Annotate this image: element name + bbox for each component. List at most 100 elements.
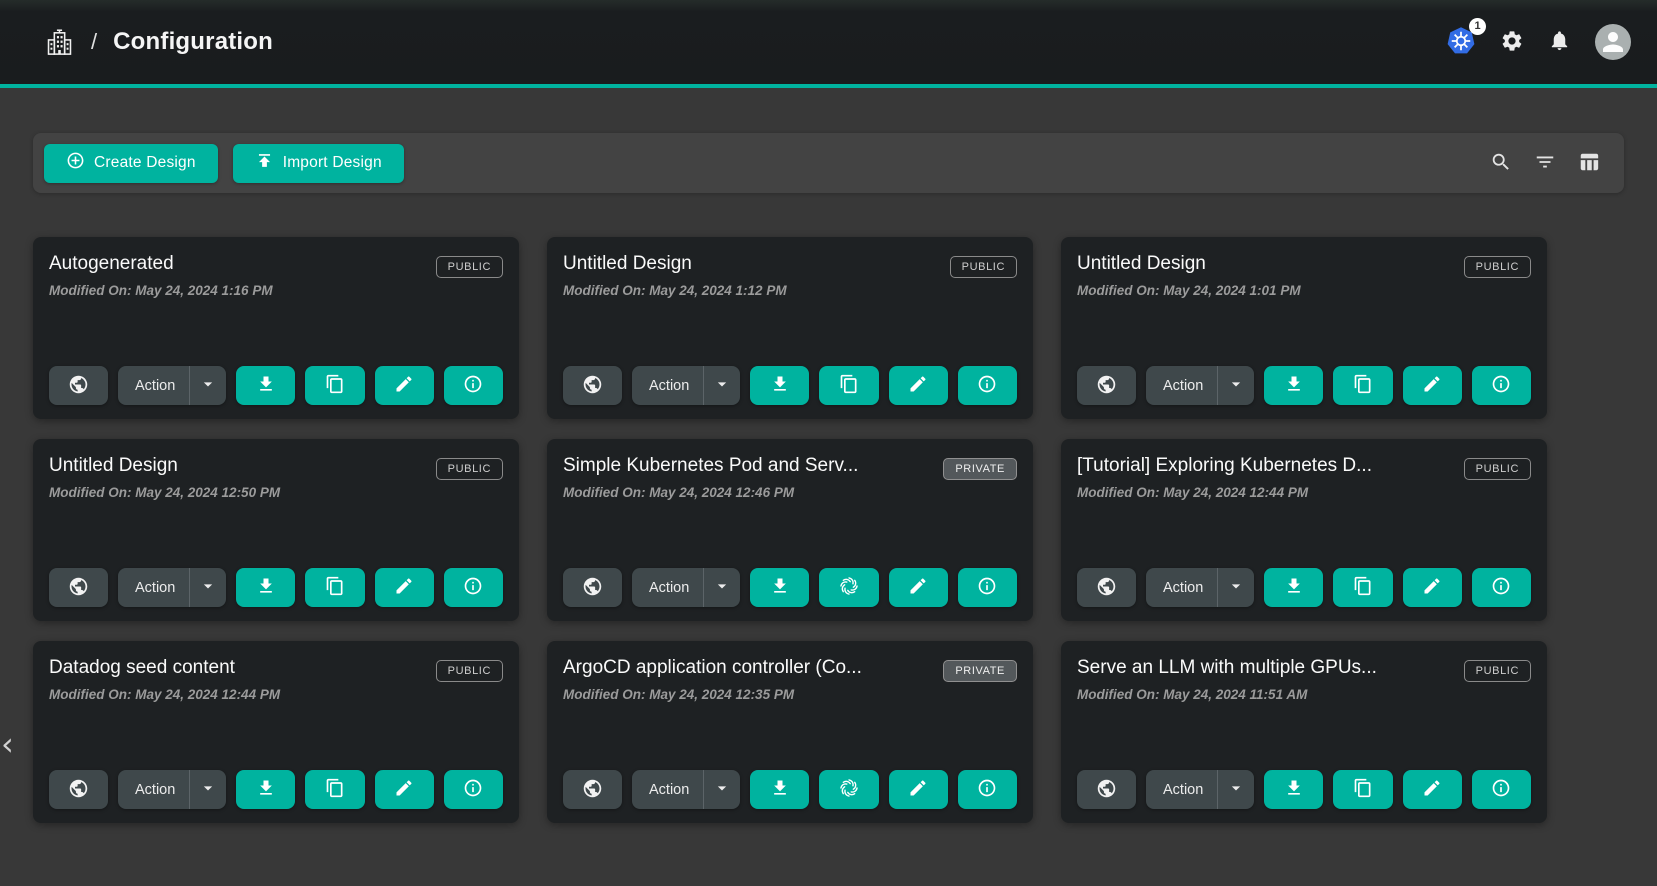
download-button[interactable] (236, 568, 295, 607)
download-button[interactable] (750, 366, 809, 405)
notifications-button[interactable] (1548, 29, 1571, 55)
edit-pencil-icon (1422, 778, 1442, 801)
search-button[interactable] (1490, 151, 1512, 176)
action-dropdown-toggle[interactable] (189, 568, 226, 607)
import-design-button[interactable]: Import Design (233, 144, 404, 183)
add-circle-icon (66, 151, 85, 175)
clone-button[interactable] (1333, 366, 1392, 405)
sidebar-collapse-chevron[interactable]: ‹ (1, 728, 14, 760)
info-button[interactable] (1472, 366, 1531, 405)
publish-button[interactable] (49, 568, 108, 607)
design-card[interactable]: [Tutorial] Exploring Kubernetes D... PUB… (1061, 439, 1547, 621)
design-card[interactable]: Untitled Design PUBLIC Modified On: May … (33, 439, 519, 621)
settings-button[interactable] (1500, 29, 1524, 56)
design-card[interactable]: Datadog seed content PUBLIC Modified On:… (33, 641, 519, 823)
publish-button[interactable] (563, 770, 622, 809)
edit-button[interactable] (375, 366, 434, 405)
user-avatar[interactable] (1595, 24, 1631, 60)
info-button[interactable] (958, 366, 1017, 405)
clone-button[interactable] (305, 568, 364, 607)
publish-button[interactable] (1077, 568, 1136, 607)
action-button[interactable]: Action (118, 568, 189, 607)
edit-button[interactable] (889, 366, 948, 405)
designs-toolbar: Create Design Import Design (33, 133, 1624, 193)
snapshot-button[interactable] (819, 770, 878, 809)
clone-button[interactable] (1333, 770, 1392, 809)
action-dropdown-toggle[interactable] (1217, 366, 1254, 405)
action-button[interactable]: Action (118, 366, 189, 405)
info-button[interactable] (444, 366, 503, 405)
action-button-label: Action (135, 378, 175, 394)
snapshot-button[interactable] (819, 568, 878, 607)
action-dropdown-toggle[interactable] (1217, 770, 1254, 809)
publish-button[interactable] (49, 366, 108, 405)
action-button[interactable]: Action (632, 568, 703, 607)
table-view-toggle-button[interactable] (1578, 151, 1600, 176)
action-button-label: Action (649, 580, 689, 596)
edit-button[interactable] (375, 568, 434, 607)
download-button[interactable] (236, 770, 295, 809)
filter-button[interactable] (1534, 151, 1556, 176)
visibility-badge: PUBLIC (950, 256, 1017, 278)
download-button[interactable] (236, 366, 295, 405)
download-button[interactable] (750, 770, 809, 809)
upload-publish-icon (255, 151, 274, 175)
edit-button[interactable] (889, 568, 948, 607)
action-dropdown-toggle[interactable] (189, 770, 226, 809)
action-dropdown-toggle[interactable] (703, 770, 740, 809)
design-card[interactable]: Autogenerated PUBLIC Modified On: May 24… (33, 237, 519, 419)
design-card[interactable]: Untitled Design PUBLIC Modified On: May … (1061, 237, 1547, 419)
publish-button[interactable] (1077, 770, 1136, 809)
download-button[interactable] (750, 568, 809, 607)
clone-button[interactable] (819, 366, 878, 405)
publish-button[interactable] (563, 366, 622, 405)
design-card[interactable]: Untitled Design PUBLIC Modified On: May … (547, 237, 1033, 419)
design-card[interactable]: ArgoCD application controller (Co... PRI… (547, 641, 1033, 823)
action-button[interactable]: Action (118, 770, 189, 809)
clone-button[interactable] (1333, 568, 1392, 607)
edit-pencil-icon (394, 576, 414, 599)
clone-button[interactable] (305, 366, 364, 405)
design-card[interactable]: Serve an LLM with multiple GPUs... PUBLI… (1061, 641, 1547, 823)
snapshot-swirl-icon (838, 575, 860, 600)
create-design-button[interactable]: Create Design (44, 144, 218, 183)
action-button[interactable]: Action (1146, 770, 1217, 809)
info-button[interactable] (444, 770, 503, 809)
action-button[interactable]: Action (632, 366, 703, 405)
clone-button[interactable] (305, 770, 364, 809)
download-icon (770, 576, 790, 599)
edit-button[interactable] (375, 770, 434, 809)
publish-button[interactable] (1077, 366, 1136, 405)
edit-button[interactable] (889, 770, 948, 809)
edit-button[interactable] (1403, 770, 1462, 809)
action-dropdown-toggle[interactable] (189, 366, 226, 405)
info-button[interactable] (958, 770, 1017, 809)
action-button[interactable]: Action (632, 770, 703, 809)
download-button[interactable] (1264, 366, 1323, 405)
action-button[interactable]: Action (1146, 568, 1217, 607)
publish-button[interactable] (563, 568, 622, 607)
card-action-bar: Action (1077, 568, 1531, 607)
download-button[interactable] (1264, 770, 1323, 809)
download-button[interactable] (1264, 568, 1323, 607)
edit-button[interactable] (1403, 366, 1462, 405)
info-button[interactable] (958, 568, 1017, 607)
publish-button[interactable] (49, 770, 108, 809)
edit-button[interactable] (1403, 568, 1462, 607)
action-dropdown-toggle[interactable] (703, 568, 740, 607)
info-button[interactable] (1472, 568, 1531, 607)
design-title: Serve an LLM with multiple GPUs... (1077, 657, 1432, 679)
action-dropdown-toggle[interactable] (703, 366, 740, 405)
download-icon (256, 778, 276, 801)
kubernetes-context-button[interactable]: 1 (1446, 26, 1476, 59)
organization-building-icon[interactable] (44, 27, 75, 58)
settings-gear-icon (1500, 29, 1524, 56)
design-card[interactable]: Simple Kubernetes Pod and Serv... PRIVAT… (547, 439, 1033, 621)
action-split-button: Action (632, 366, 740, 405)
info-icon (463, 778, 483, 801)
info-button[interactable] (444, 568, 503, 607)
action-dropdown-toggle[interactable] (1217, 568, 1254, 607)
info-button[interactable] (1472, 770, 1531, 809)
modified-date: Modified On: May 24, 2024 12:35 PM (563, 687, 1017, 702)
action-button[interactable]: Action (1146, 366, 1217, 405)
